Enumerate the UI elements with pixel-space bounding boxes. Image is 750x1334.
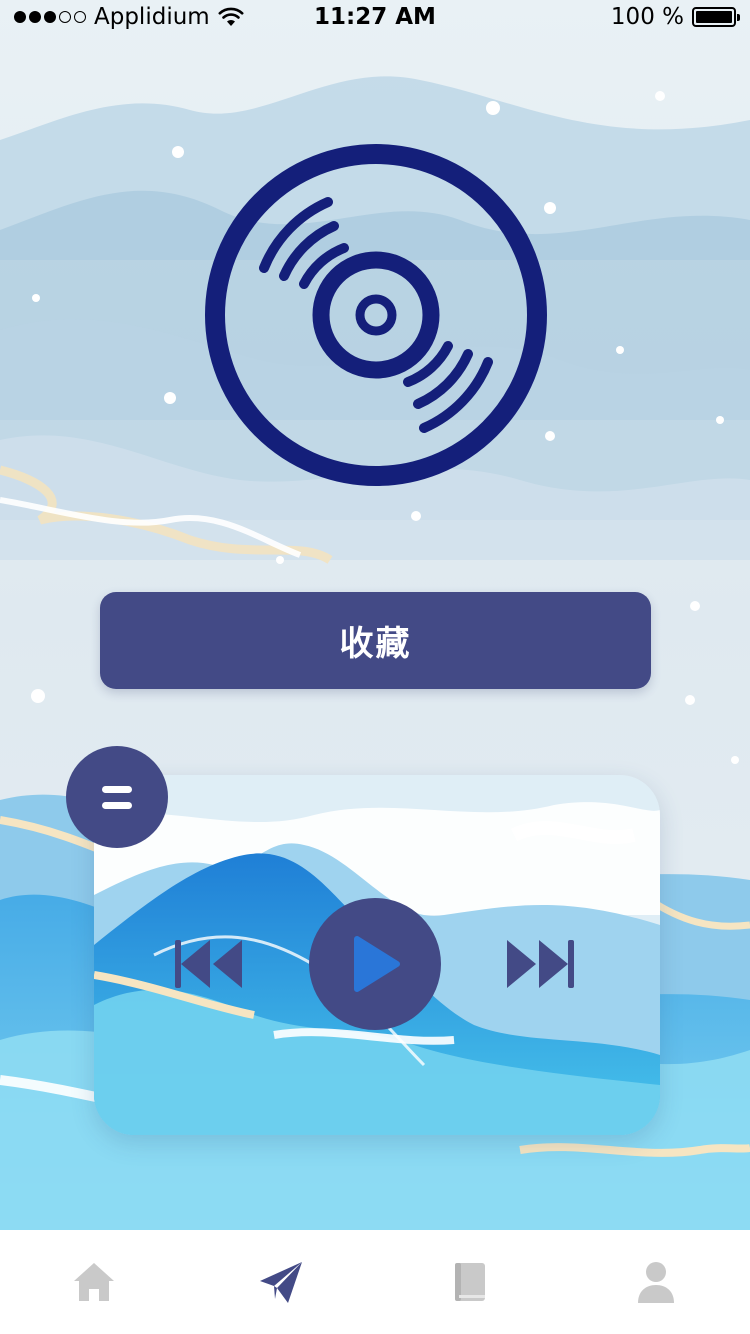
tab-bar	[0, 1230, 750, 1334]
status-bar: Applidium 11:27 AM 100 %	[0, 0, 750, 40]
skip-previous-icon[interactable]	[172, 938, 244, 990]
home-icon	[73, 1263, 114, 1301]
battery-percentage: 100 %	[610, 4, 684, 30]
tab-send[interactable]	[188, 1230, 376, 1334]
tab-profile[interactable]	[563, 1230, 750, 1334]
vinyl-disc-icon	[205, 144, 547, 486]
book-icon	[454, 1263, 485, 1301]
user-icon	[638, 1262, 675, 1303]
menu-icon	[102, 785, 132, 793]
skip-next-icon[interactable]	[505, 938, 577, 990]
paper-plane-icon	[260, 1262, 303, 1303]
battery-icon	[692, 7, 740, 27]
menu-button[interactable]	[66, 746, 168, 848]
play-button[interactable]	[309, 898, 441, 1030]
play-icon	[354, 936, 400, 992]
tab-library[interactable]	[375, 1230, 563, 1334]
favorite-button[interactable]: 收藏	[100, 592, 651, 689]
tab-home[interactable]	[0, 1230, 188, 1334]
